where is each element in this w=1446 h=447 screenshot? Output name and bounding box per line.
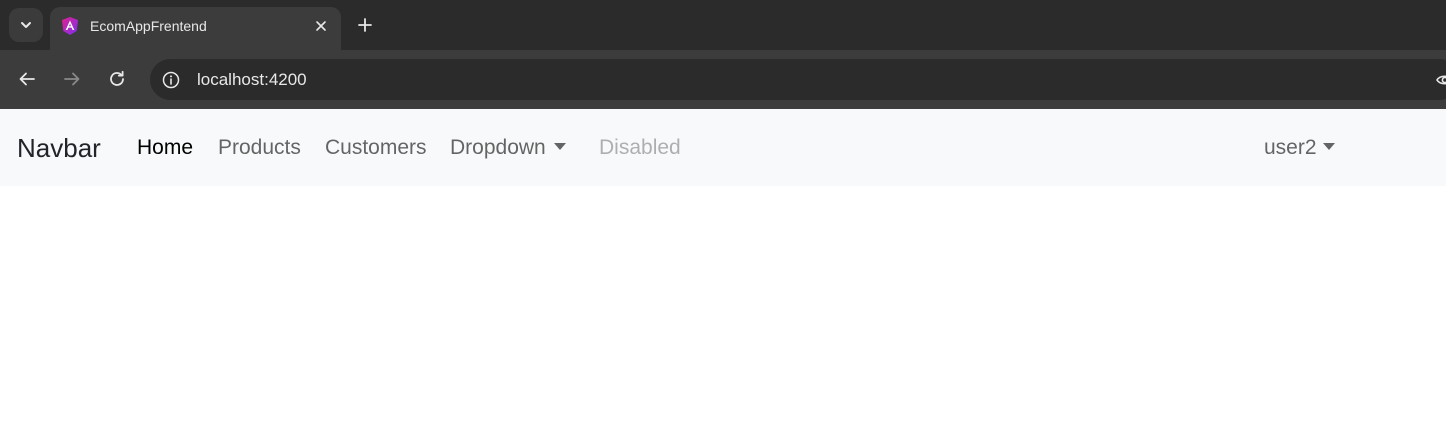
address-bar[interactable]: localhost:4200 xyxy=(150,59,1446,100)
nav-link-home[interactable]: Home xyxy=(137,136,193,160)
caret-down-icon xyxy=(1322,143,1335,150)
reload-icon xyxy=(110,70,124,86)
page-content xyxy=(0,186,1446,447)
site-info-button[interactable] xyxy=(158,67,184,93)
eye-icon[interactable] xyxy=(1436,71,1446,89)
reload-button[interactable] xyxy=(103,65,131,93)
nav-dropdown-toggle[interactable]: Dropdown xyxy=(450,136,566,160)
nav-dropdown-label: Dropdown xyxy=(450,136,546,159)
arrow-left-icon xyxy=(19,72,35,86)
caret-down-icon xyxy=(553,143,566,150)
plus-icon xyxy=(358,18,372,32)
forward-button[interactable] xyxy=(58,65,86,93)
tab-list-button[interactable] xyxy=(9,8,43,42)
browser-tab[interactable]: EcomAppFrentend xyxy=(50,7,341,50)
chevron-down-icon xyxy=(21,22,31,28)
angular-icon xyxy=(62,17,78,35)
tab-title: EcomAppFrentend xyxy=(90,18,207,34)
back-button[interactable] xyxy=(13,65,41,93)
user-menu-toggle[interactable]: user2 xyxy=(1264,136,1335,160)
new-tab-button[interactable] xyxy=(352,12,378,38)
navbar-brand[interactable]: Navbar xyxy=(17,133,101,164)
nav-link-disabled: Disabled xyxy=(599,136,681,159)
browser-toolbar: localhost:4200 xyxy=(0,50,1446,109)
nav-link-products[interactable]: Products xyxy=(218,136,301,160)
user-name: user2 xyxy=(1264,136,1317,159)
browser-tab-strip: EcomAppFrentend xyxy=(0,0,1446,50)
nav-link-customers[interactable]: Customers xyxy=(325,136,427,160)
url-text[interactable]: localhost:4200 xyxy=(197,70,307,90)
site-navbar: Navbar Home Products Customers Dropdown … xyxy=(0,109,1446,186)
info-icon xyxy=(162,71,180,89)
tab-close-button[interactable] xyxy=(310,15,332,37)
close-icon xyxy=(316,21,326,31)
arrow-right-icon xyxy=(64,72,80,86)
